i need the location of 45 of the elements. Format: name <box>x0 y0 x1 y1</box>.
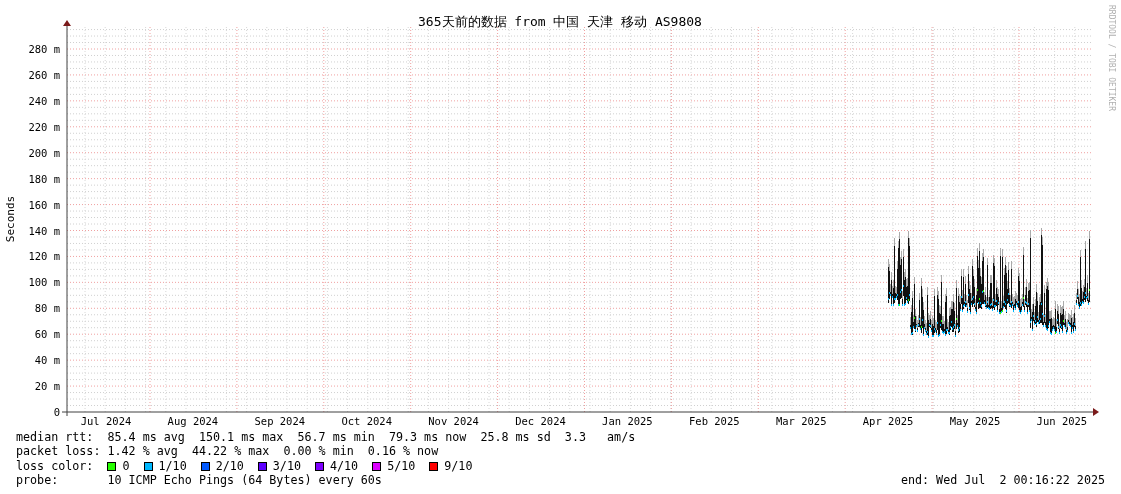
y-tick-label: 140 m <box>28 224 60 237</box>
loss-level-label: 1/10 <box>158 458 187 473</box>
stat-values: 85.4 ms avg 150.1 ms max 56.7 ms min 79.3 ms now 25.8 ms sd 3.3 am/s <box>107 430 636 444</box>
stat-label: median rtt: <box>16 430 95 445</box>
x-tick-label: Dec 2024 <box>515 415 566 427</box>
stat-values: 1.42 % avg 44.22 % max 0.00 % min 0.16 % now <box>107 444 439 459</box>
y-tick-label: 280 m <box>28 43 60 55</box>
x-tick-label: Jul 2024 <box>80 415 132 427</box>
loss-level-label: 4/10 <box>330 458 359 473</box>
probe-text: 10 ICMP Echo Pings (64 Bytes) every 60s <box>107 472 382 488</box>
loss-level-label: 9/10 <box>444 458 473 473</box>
y-tick-label: 0 <box>53 406 60 418</box>
chart-title: 365天前的数据 from 中国 天津 移动 AS9808 <box>418 14 702 29</box>
stat-label: packet loss: <box>16 444 102 459</box>
y-tick-label: 120 m <box>28 250 60 263</box>
y-tick-label: 220 m <box>28 120 60 133</box>
credit-text: RRDTOOL / TOBI OETIKER <box>1107 5 1116 111</box>
x-tick-label: Aug 2024 <box>167 415 219 427</box>
y-tick-label: 200 m <box>28 146 60 159</box>
x-tick-label: Oct 2024 <box>341 415 392 427</box>
y-tick-label: 180 m <box>28 172 60 185</box>
end-time: end: Wed Jul 2 00:16:22 2025 <box>900 472 1106 488</box>
y-tick-label: 160 m <box>28 198 60 211</box>
loss-level-label: 2/10 <box>215 458 244 473</box>
x-tick-label: Feb 2025 <box>689 415 740 427</box>
x-tick-label: Mar 2025 <box>775 415 827 427</box>
x-tick-label: Apr 2025 <box>862 415 914 427</box>
x-tick-label: Nov 2024 <box>428 415 479 427</box>
loss-level-label: 3/10 <box>272 458 301 473</box>
x-tick-label: May 2025 <box>949 415 1001 427</box>
y-tick-label: 260 m <box>28 68 60 81</box>
x-tick-label: Jun 2025 <box>1036 415 1088 427</box>
y-tick-label: 100 m <box>28 276 60 289</box>
y-tick-label: 60 m <box>34 328 60 341</box>
x-tick-label: Jan 2025 <box>602 415 653 427</box>
legend-label: loss color: <box>16 458 95 473</box>
y-tick-label: 80 m <box>34 302 60 315</box>
x-tick-label: Sep 2024 <box>254 415 306 427</box>
probe-label: probe: <box>16 472 60 488</box>
loss-level-label: 5/10 <box>387 458 416 473</box>
y-tick-label: 40 m <box>34 354 60 367</box>
loss-level-label: 0 <box>122 458 130 473</box>
y-tick-label: 20 m <box>34 380 60 393</box>
y-axis-label: Seconds <box>4 195 17 243</box>
y-tick-label: 240 m <box>28 94 60 107</box>
